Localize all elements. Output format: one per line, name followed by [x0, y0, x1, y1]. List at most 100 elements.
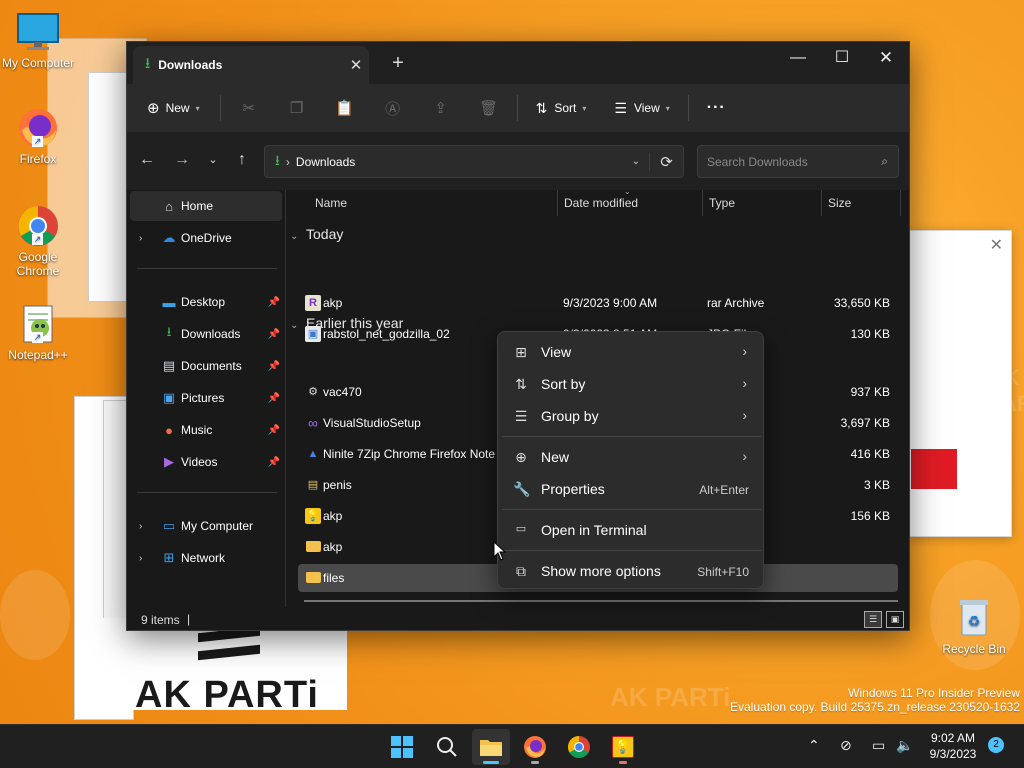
desktop-icon-my-computer[interactable]: My Computer: [0, 10, 76, 70]
copy-button[interactable]: ❐: [273, 92, 321, 124]
chevron-right-icon[interactable]: ›: [139, 521, 142, 532]
tab-title: Downloads: [158, 58, 223, 72]
menu-item-view[interactable]: ⊞ View ›: [502, 336, 761, 368]
group-header-today[interactable]: ⌄ Today: [290, 226, 343, 242]
clock[interactable]: 9:02 AM 9/3/2023: [920, 730, 986, 762]
status-divider: |: [187, 612, 191, 626]
close-icon[interactable]: ✕: [990, 235, 1003, 255]
refresh-button[interactable]: ⟳: [649, 152, 683, 171]
tiles-view-button[interactable]: ▣: [886, 611, 904, 628]
sidebar-item-my-computer[interactable]: › ▭ My Computer: [130, 511, 282, 541]
breadcrumb-downloads[interactable]: Downloads: [296, 155, 623, 169]
file-name: akp: [323, 509, 343, 523]
chevron-right-icon[interactable]: ›: [139, 553, 142, 564]
file-name: penis: [323, 478, 352, 492]
column-header-size[interactable]: Size: [822, 190, 900, 216]
paste-button[interactable]: 📋: [321, 92, 369, 124]
chevron-down-icon: ▾: [195, 103, 200, 113]
rename-button[interactable]: Ⓐ: [369, 92, 417, 124]
sidebar-item-downloads[interactable]: ⭳ Downloads 📌: [130, 319, 282, 349]
taskbar-file-explorer[interactable]: [472, 729, 510, 765]
pin-icon: 📌: [267, 392, 280, 404]
archive-icon: R: [305, 295, 321, 311]
sidebar-item-music[interactable]: ● Music 📌: [130, 415, 282, 445]
desktop-icon-label: Google Chrome: [16, 250, 60, 278]
column-header-name[interactable]: Name: [309, 190, 557, 216]
sort-button-label: Sort: [554, 101, 577, 115]
sidebar-item-label: OneDrive: [181, 231, 232, 245]
view-button[interactable]: ☰ View ▾: [606, 92, 677, 124]
tab-downloads[interactable]: ⭳ Downloads ✕: [133, 46, 369, 84]
search-button[interactable]: [428, 729, 466, 765]
new-tab-button[interactable]: +: [385, 52, 411, 75]
scissors-icon: ✂: [242, 100, 255, 117]
search-box[interactable]: ⌕: [697, 145, 899, 178]
sort-button[interactable]: ⇅ Sort ▾: [528, 92, 595, 124]
menu-item-label: Properties: [541, 481, 605, 497]
up-button[interactable]: ↑: [230, 151, 254, 169]
menu-item-properties[interactable]: 🔧 Properties Alt+Enter: [502, 473, 761, 505]
desktop-icon-recycle-bin[interactable]: ♻ Recycle Bin: [936, 596, 1012, 656]
search-input[interactable]: [707, 154, 867, 169]
file-size: 416 KB: [850, 447, 890, 461]
sidebar-item-desktop[interactable]: ▬ Desktop 📌: [130, 287, 282, 317]
delete-button[interactable]: 🗑: [465, 92, 513, 124]
clock-time: 9:02 AM: [930, 731, 976, 745]
address-bar[interactable]: ⭳ › Downloads ⌄ ⟳: [264, 145, 684, 178]
horizontal-scrollbar[interactable]: [304, 600, 898, 602]
sidebar-item-onedrive[interactable]: › ☁ OneDrive: [130, 223, 282, 253]
taskbar-chrome[interactable]: [560, 729, 598, 765]
desktop-icon-firefox[interactable]: ↗ Firefox: [0, 106, 76, 166]
sidebar-item-videos[interactable]: ▶ Videos 📌: [130, 447, 282, 477]
taskbar: 💡 ⌃ ⊘ ▭ 🔈 9:02 AM 9/3/2023 2: [0, 724, 1024, 768]
forward-button[interactable]: →: [170, 151, 194, 169]
new-button[interactable]: ⊕ New ▾: [139, 92, 208, 124]
picture-icon: ▣: [162, 390, 176, 405]
column-divider[interactable]: [900, 190, 901, 216]
title-bar[interactable]: ⭳ Downloads ✕ + — ☐ ✕: [127, 42, 909, 84]
sidebar-item-network[interactable]: › ⊞ Network: [130, 543, 282, 573]
home-icon: ⌂: [165, 198, 173, 214]
close-window-button[interactable]: ✕: [863, 46, 909, 72]
taskbar-akp-app[interactable]: 💡: [604, 729, 642, 765]
folder-icon: [480, 740, 502, 756]
menu-item-open-terminal[interactable]: ▭ Open in Terminal: [502, 514, 761, 546]
file-name: akp: [323, 296, 343, 310]
desktop-icon-notepadpp[interactable]: ↗ Notepad++: [0, 302, 76, 362]
maximize-button[interactable]: ☐: [819, 46, 865, 72]
column-header-type[interactable]: Type: [703, 190, 821, 216]
menu-item-new[interactable]: ⊕ New ›: [502, 441, 761, 473]
group-header-earlier[interactable]: ⌄ Earlier this year: [290, 315, 403, 331]
sidebar-item-label: Network: [181, 551, 226, 565]
sidebar-item-pictures[interactable]: ▣ Pictures 📌: [130, 383, 282, 413]
start-button[interactable]: [383, 729, 421, 765]
chrome-icon: ↗: [16, 204, 60, 248]
file-name: vac470: [323, 385, 362, 399]
chevron-down-icon[interactable]: ⌄: [623, 156, 649, 167]
show-hidden-icons-button[interactable]: ⌃: [808, 737, 820, 754]
taskbar-firefox[interactable]: [516, 729, 554, 765]
display-icon[interactable]: ▭: [872, 737, 885, 754]
close-tab-icon[interactable]: ✕: [343, 56, 369, 74]
file-size: 3,697 KB: [840, 416, 890, 430]
details-view-button[interactable]: ☰: [864, 611, 882, 628]
cut-button[interactable]: ✂: [225, 92, 273, 124]
file-row[interactable]: R akp 9/3/2023 9:00 AM rar Archive 33,65…: [298, 289, 898, 317]
setup-icon: ⚙: [308, 386, 318, 398]
share-button[interactable]: ⇪: [417, 92, 465, 124]
menu-item-sort-by[interactable]: ⇅ Sort by ›: [502, 368, 761, 400]
network-disconnected-icon[interactable]: ⊘: [840, 737, 852, 754]
navigation-row: ← → ⌄ ↑ ⭳ › Downloads ⌄ ⟳ ⌕: [127, 132, 909, 190]
minimize-button[interactable]: —: [775, 46, 821, 72]
more-options-button[interactable]: ···: [699, 92, 734, 124]
menu-item-show-more-options[interactable]: ⧉ Show more options Shift+F10: [502, 555, 761, 587]
desktop-icon-chrome[interactable]: ↗ Google Chrome: [0, 204, 76, 278]
notification-badge[interactable]: 2: [988, 737, 1004, 753]
sidebar-item-home[interactable]: ⌂ Home: [130, 191, 282, 221]
chevron-right-icon[interactable]: ›: [139, 233, 142, 244]
back-button[interactable]: ←: [135, 151, 159, 169]
sidebar-item-documents[interactable]: ▤ Documents 📌: [130, 351, 282, 381]
volume-icon[interactable]: 🔈: [896, 737, 913, 754]
recent-locations-button[interactable]: ⌄: [201, 153, 225, 166]
menu-item-group-by[interactable]: ☰ Group by ›: [502, 400, 761, 432]
